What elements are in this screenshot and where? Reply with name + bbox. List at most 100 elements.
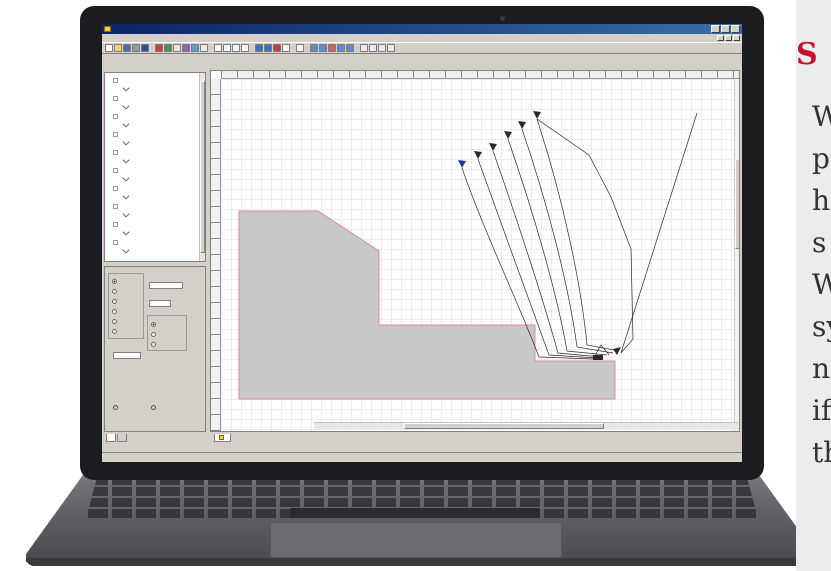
settings-icon[interactable] (173, 44, 181, 52)
toolpath-drawing[interactable] (221, 79, 740, 432)
tool-option[interactable] (112, 278, 119, 285)
workpiece-profile[interactable] (238, 210, 616, 400)
tree-expander-icon[interactable] (113, 221, 118, 227)
radio-button[interactable] (112, 319, 117, 324)
layers-icon[interactable] (378, 44, 386, 52)
export-icon[interactable] (141, 44, 149, 52)
tree-expander-icon[interactable] (113, 203, 118, 209)
tool-option[interactable] (112, 308, 119, 315)
tree-expander-icon[interactable] (113, 149, 118, 155)
fit-view-icon[interactable] (346, 44, 354, 52)
radio-button[interactable] (112, 289, 117, 294)
tool-option[interactable] (112, 298, 119, 305)
toolpath-finish[interactable] (620, 112, 698, 354)
parameter-field[interactable] (149, 282, 183, 289)
toolpath-pass[interactable] (521, 128, 614, 354)
zoom-out-icon[interactable] (264, 44, 272, 52)
tab-simulation[interactable] (117, 434, 127, 442)
tree-child-item[interactable] (122, 228, 131, 237)
print-icon[interactable] (132, 44, 140, 52)
tool-option[interactable] (112, 328, 119, 335)
tool-icon[interactable] (182, 44, 190, 52)
pass-arrow[interactable] (533, 111, 541, 119)
save-icon[interactable] (123, 44, 131, 52)
toolpath-pass[interactable] (507, 138, 608, 356)
view-iso-icon[interactable] (337, 44, 345, 52)
toolpath-retract[interactable] (536, 118, 634, 354)
toolpath-pass[interactable] (536, 118, 620, 352)
zoom-in-icon[interactable] (255, 44, 263, 52)
tree-parent-item[interactable] (113, 76, 120, 84)
radius-field[interactable] (113, 352, 141, 359)
tree-child-item[interactable] (122, 246, 135, 255)
compensation-option[interactable] (151, 341, 158, 348)
grid-icon[interactable] (360, 44, 368, 52)
tree-expander-icon[interactable] (113, 113, 118, 119)
simulate-icon[interactable] (164, 44, 172, 52)
tree-expander-icon[interactable] (113, 167, 118, 173)
radio-button[interactable] (151, 342, 156, 347)
close-button[interactable] (731, 25, 740, 33)
tree-parent-item[interactable] (113, 184, 120, 192)
view-front-icon[interactable] (319, 44, 327, 52)
tool-option[interactable] (112, 288, 119, 295)
tree-child-item[interactable] (122, 192, 131, 201)
operation-tree[interactable] (104, 72, 206, 262)
maximize-button[interactable] (721, 25, 730, 33)
tree-child-item[interactable] (122, 174, 131, 183)
pass-arrow[interactable] (613, 347, 621, 355)
info-icon[interactable] (387, 44, 395, 52)
undo-icon[interactable] (296, 44, 304, 52)
open-folder-icon[interactable] (114, 44, 122, 52)
pass-arrow[interactable] (474, 151, 482, 159)
tree-parent-item[interactable] (113, 220, 120, 228)
machine-icon[interactable] (191, 44, 199, 52)
doc-restore-button[interactable] (725, 35, 732, 41)
tree-parent-item[interactable] (113, 148, 120, 156)
pass-end-marker[interactable] (593, 355, 603, 360)
minimize-button[interactable] (711, 25, 720, 33)
measure-icon[interactable] (200, 44, 208, 52)
view-top-icon[interactable] (310, 44, 318, 52)
drawing-canvas[interactable] (221, 79, 740, 432)
doc-close-button[interactable] (733, 35, 740, 41)
tree-child-item[interactable] (122, 120, 131, 129)
tree-expander-icon[interactable] (113, 77, 118, 83)
tree-child-item[interactable] (122, 138, 131, 147)
tool-position-marker[interactable] (458, 160, 466, 168)
doc-minimize-button[interactable] (717, 35, 724, 41)
tree-scrollbar[interactable] (199, 73, 205, 261)
new-file-icon[interactable] (105, 44, 113, 52)
delete-icon[interactable] (155, 44, 163, 52)
snap-icon[interactable] (369, 44, 377, 52)
tree-child-item[interactable] (122, 210, 131, 219)
tool-option[interactable] (112, 318, 119, 325)
move-icon[interactable] (241, 44, 249, 52)
tree-parent-item[interactable] (113, 112, 120, 120)
tree-parent-item[interactable] (113, 94, 120, 102)
canvas-vscroll-thumb[interactable] (735, 159, 739, 249)
tab-settings[interactable] (106, 434, 116, 442)
tree-parent-item[interactable] (113, 130, 120, 138)
canvas-vertical-scrollbar[interactable] (734, 79, 739, 431)
tree-scroll-thumb[interactable] (200, 81, 205, 253)
compensation-option[interactable] (151, 331, 158, 338)
compensation-option[interactable] (151, 321, 158, 328)
tree-child-item[interactable] (122, 84, 131, 93)
tree-expander-icon[interactable] (113, 95, 118, 101)
canvas-horizontal-scrollbar[interactable] (314, 422, 738, 429)
title-bar[interactable] (102, 24, 742, 34)
tree-expander-icon[interactable] (113, 185, 118, 191)
select-icon[interactable] (214, 44, 222, 52)
stop-icon[interactable] (273, 44, 281, 52)
tree-parent-item[interactable] (113, 166, 120, 174)
tree-child-item[interactable] (122, 102, 131, 111)
radio-button[interactable] (112, 329, 117, 334)
arc-icon[interactable] (232, 44, 240, 52)
tree-child-item[interactable] (122, 156, 131, 165)
radio-button[interactable] (112, 279, 117, 284)
canvas-hscroll-thumb[interactable] (404, 423, 604, 429)
line-icon[interactable] (223, 44, 231, 52)
tree-parent-item[interactable] (113, 202, 120, 210)
spindle-field[interactable] (149, 300, 171, 307)
